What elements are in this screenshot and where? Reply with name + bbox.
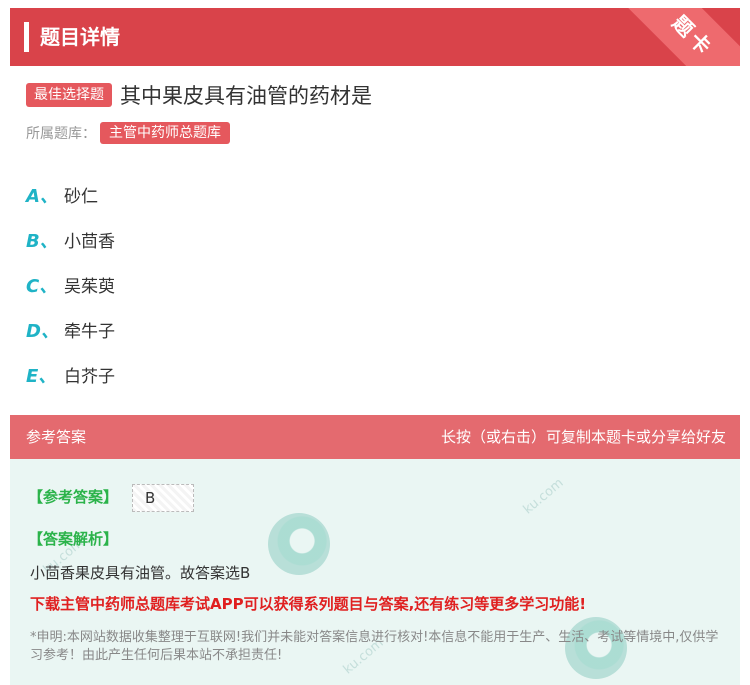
corner-ribbon: 题卡 (600, 8, 740, 66)
question-bank-row: 所属题库： 主管中药师总题库 (26, 121, 230, 145)
explanation-label: 【答案解析】 (28, 530, 119, 548)
corner-ribbon-label: 题卡 (667, 10, 719, 62)
option-text: 小茴香 (64, 232, 115, 252)
option-text: 白芥子 (64, 367, 115, 387)
share-hint: 长按（或右击）可复制本题卡或分享给好友 (440, 428, 726, 446)
option-letter: D、 (26, 320, 59, 342)
disclaimer-text: *申明:本网站数据收集整理于互联网!我们并未能对答案信息进行核对!本信息不能用于… (30, 630, 719, 663)
answer-section-body: ku.com ku.com ku.com 【参考答案】 B 【答案解析】 小茴香… (10, 459, 740, 685)
answer-section-header: 参考答案 长按（或右击）可复制本题卡或分享给好友 (10, 415, 740, 459)
option-letter: A、 (26, 185, 58, 207)
option-text: 砂仁 (64, 187, 98, 207)
header-accent-bar (24, 22, 29, 52)
header-bar: 题目详情 题卡 (10, 8, 740, 66)
explanation-text: 小茴香果皮具有油管。故答案选B (30, 564, 251, 582)
option-e[interactable]: E、 白芥子 (26, 352, 115, 397)
option-letter: E、 (26, 365, 57, 387)
bank-link[interactable]: 主管中药师总题库 (100, 122, 230, 144)
question-text: 其中果皮具有油管的药材是 (120, 84, 372, 108)
bank-label: 所属题库： (26, 126, 96, 142)
app-download-promo[interactable]: 下载主管中药师总题库考试APP可以获得系列题目与答案,还有练习等更多学习功能! (30, 593, 586, 614)
page-title: 题目详情 (40, 25, 120, 49)
answer-label: 【参考答案】 (28, 488, 119, 506)
question-row: 最佳选择题 其中果皮具有油管的药材是 (26, 80, 372, 110)
answer-section-title: 参考答案 (26, 428, 87, 446)
watermark-logo-icon (268, 513, 330, 575)
option-d[interactable]: D、 牵牛子 (26, 307, 115, 352)
watermark-mark: ku.com (520, 475, 567, 518)
option-text: 牵牛子 (64, 322, 115, 342)
option-b[interactable]: B、 小茴香 (26, 217, 115, 262)
option-letter: B、 (26, 230, 58, 252)
options-list: A、 砂仁 B、 小茴香 C、 吴茱萸 D、 牵牛子 E、 白芥子 (26, 172, 115, 397)
answer-value: B (132, 484, 194, 512)
option-c[interactable]: C、 吴茱萸 (26, 262, 115, 307)
question-card: 题目详情 题卡 最佳选择题 其中果皮具有油管的药材是 所属题库： 主管中药师总题… (0, 0, 750, 685)
question-type-badge: 最佳选择题 (26, 83, 112, 107)
option-text: 吴茱萸 (64, 277, 115, 297)
option-letter: C、 (26, 275, 58, 297)
option-a[interactable]: A、 砂仁 (26, 172, 115, 217)
